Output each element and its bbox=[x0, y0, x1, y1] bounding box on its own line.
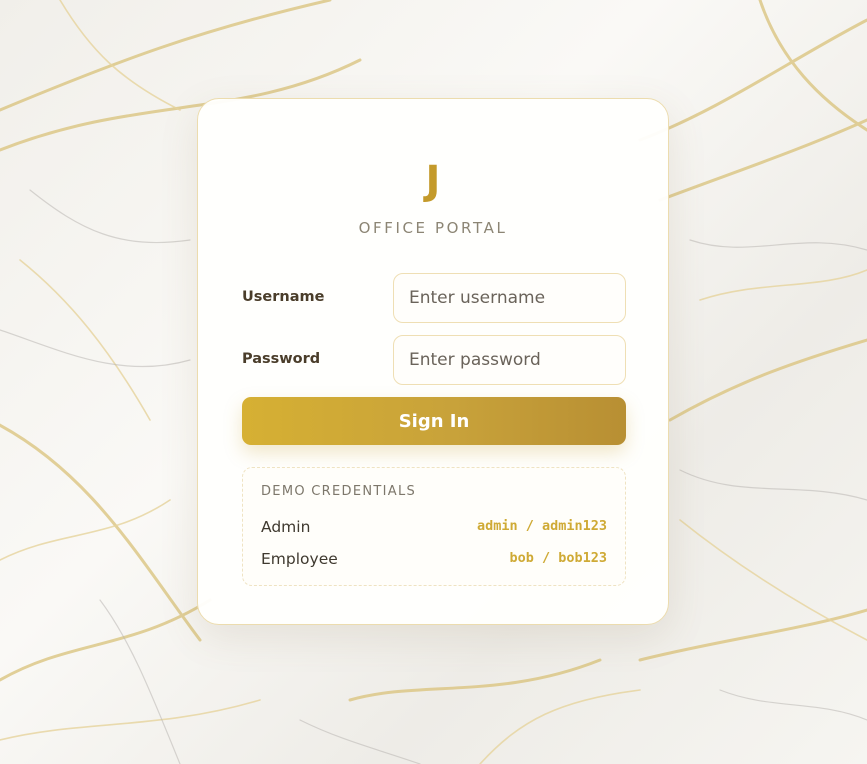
password-label: Password bbox=[242, 351, 321, 367]
password-input[interactable] bbox=[393, 335, 626, 385]
sign-in-button[interactable]: Sign In bbox=[242, 397, 626, 445]
demo-credentials-admin: admin / admin123 bbox=[476, 518, 607, 534]
demo-role-employee: Employee bbox=[261, 550, 338, 568]
demo-credentials-title: DEMO CREDENTIALS bbox=[261, 484, 417, 499]
login-card: J OFFICE PORTAL Username Password Sign I… bbox=[197, 98, 669, 625]
username-input[interactable] bbox=[393, 273, 626, 323]
demo-credentials-box: DEMO CREDENTIALS Admin admin / admin123 … bbox=[242, 467, 626, 586]
portal-subtitle: OFFICE PORTAL bbox=[358, 219, 508, 237]
logo-letter: J bbox=[425, 158, 441, 204]
demo-credentials-employee: bob / bob123 bbox=[509, 550, 607, 566]
username-label: Username bbox=[242, 289, 325, 305]
demo-role-admin: Admin bbox=[261, 518, 311, 536]
